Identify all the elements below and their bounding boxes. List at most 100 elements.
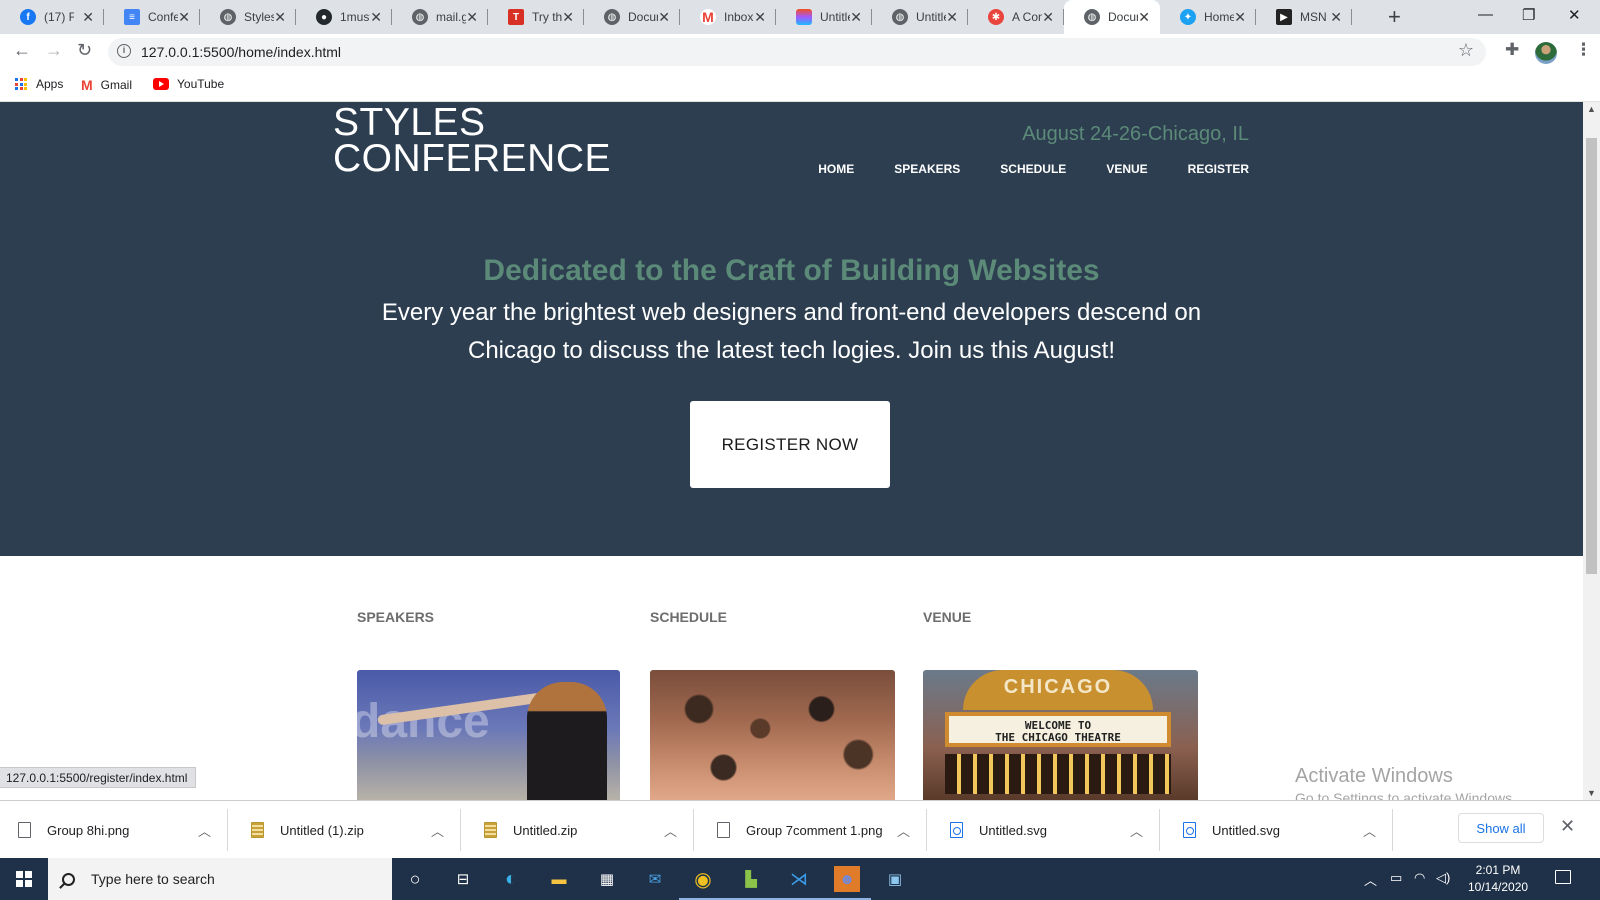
download-item[interactable]: Group 8hi.png ︿: [0, 809, 228, 851]
cortana-icon[interactable]: ○: [402, 866, 428, 892]
tab-github[interactable]: ● 1mustafa ✕: [296, 0, 392, 34]
extensions-icon[interactable]: ✚: [1505, 40, 1519, 60]
photos-icon[interactable]: ▣: [882, 866, 908, 892]
close-tab-icon[interactable]: ✕: [1234, 9, 1246, 26]
task-view-icon[interactable]: ⊟: [450, 866, 476, 892]
volume-icon[interactable]: ◁): [1436, 870, 1450, 886]
system-clock[interactable]: 2:01 PM 10/14/2020: [1468, 862, 1528, 896]
wifi-icon[interactable]: ◠: [1414, 870, 1425, 886]
bookmark-youtube[interactable]: YouTube: [153, 77, 224, 91]
register-now-button[interactable]: REGISTER NOW: [690, 401, 890, 488]
teaser-heading-venue[interactable]: VENUE: [923, 609, 971, 625]
bookmark-apps[interactable]: Apps: [15, 77, 63, 91]
tab-conference[interactable]: ≡ Conference ✕: [104, 0, 200, 34]
close-tab-icon[interactable]: ✕: [178, 9, 190, 26]
store-icon[interactable]: ▦: [594, 866, 620, 892]
chevron-up-icon[interactable]: ︿: [1130, 821, 1143, 840]
vscode-icon[interactable]: ⋊: [775, 866, 823, 900]
bookmark-star-icon[interactable]: ☆: [1458, 40, 1474, 61]
download-item[interactable]: Group 7comment 1.png ︿: [699, 809, 927, 851]
download-item[interactable]: Untitled.svg ︿: [932, 809, 1160, 851]
mail-icon[interactable]: ✉: [642, 866, 668, 892]
tab-title: Home: [1204, 10, 1234, 24]
speakers-image[interactable]: dance: [357, 670, 620, 800]
site-logo[interactable]: STYLES CONFERENCE: [333, 103, 611, 178]
notification-center-icon[interactable]: [1555, 870, 1571, 884]
chevron-up-icon[interactable]: ︿: [1363, 821, 1376, 840]
battery-icon[interactable]: ▭: [1390, 870, 1402, 886]
gmail-icon: M: [81, 77, 93, 93]
close-tab-icon[interactable]: ✕: [82, 9, 94, 26]
tab-a-con[interactable]: ✱ A Con ✕: [968, 0, 1064, 34]
tab-try[interactable]: T Try the ✕: [488, 0, 584, 34]
menu-icon[interactable]: ⋮: [1575, 40, 1592, 60]
close-tab-icon[interactable]: ✕: [658, 9, 670, 26]
tab-twitter[interactable]: ✦ Home ✕: [1160, 0, 1256, 34]
chrome-icon[interactable]: ◉: [679, 866, 727, 900]
theatre-sign: CHICAGO: [1003, 676, 1113, 698]
schedule-image[interactable]: [650, 670, 895, 800]
minimize-icon[interactable]: —: [1478, 6, 1493, 23]
chevron-up-icon[interactable]: ︿: [431, 821, 444, 840]
url-text[interactable]: 127.0.0.1:5500/home/index.html: [141, 44, 341, 60]
reload-icon[interactable]: ↻: [77, 40, 92, 61]
chevron-up-icon[interactable]: ︿: [897, 821, 910, 840]
nav-home[interactable]: HOME: [818, 162, 854, 176]
nav-schedule[interactable]: SCHEDULE: [1000, 162, 1066, 176]
close-tab-icon[interactable]: ✕: [1042, 9, 1054, 26]
edge-icon[interactable]: ◐: [498, 866, 524, 892]
restore-icon[interactable]: ❐: [1522, 6, 1535, 24]
new-tab-icon[interactable]: +: [1388, 4, 1401, 30]
tab-document[interactable]: ◍ Document ✕: [584, 0, 680, 34]
nav-register[interactable]: REGISTER: [1188, 162, 1249, 176]
discord-icon[interactable]: ☻: [823, 866, 871, 900]
download-item[interactable]: Untitled (1).zip ︿: [233, 809, 461, 851]
tab-facebook[interactable]: f (17) Facebook ✕: [0, 0, 104, 34]
tab-styles[interactable]: ◍ Styles ✕: [200, 0, 296, 34]
close-tab-icon[interactable]: ✕: [562, 9, 574, 26]
page-viewport: STYLES CONFERENCE August 24-26-Chicago, …: [0, 102, 1583, 800]
chevron-up-icon[interactable]: ︿: [664, 821, 677, 840]
profile-avatar[interactable]: [1535, 42, 1557, 64]
download-item[interactable]: Untitled.svg ︿: [1165, 809, 1393, 851]
close-download-shelf-icon[interactable]: ✕: [1560, 816, 1575, 837]
tab-figma[interactable]: Untitled ✕: [776, 0, 872, 34]
close-window-icon[interactable]: ✕: [1568, 6, 1581, 24]
show-hidden-icons[interactable]: ︿: [1364, 870, 1377, 889]
close-tab-icon[interactable]: ✕: [466, 9, 478, 26]
tab-mail[interactable]: ◍ mail.google ✕: [392, 0, 488, 34]
close-tab-icon[interactable]: ✕: [1330, 9, 1342, 26]
close-tab-icon[interactable]: ✕: [754, 9, 766, 26]
app-icon[interactable]: ▙: [727, 866, 775, 900]
show-all-downloads-button[interactable]: Show all: [1458, 813, 1544, 843]
venue-image[interactable]: CHICAGO WELCOME TO THE CHICAGO THEATRE: [923, 670, 1198, 800]
tab-untitled[interactable]: ◍ Untitled ✕: [872, 0, 968, 34]
chevron-up-icon[interactable]: ︿: [198, 821, 211, 840]
scroll-up-icon[interactable]: ▲: [1587, 104, 1596, 114]
teaser-heading-schedule[interactable]: SCHEDULE: [650, 609, 727, 625]
forward-icon[interactable]: →: [45, 40, 63, 61]
close-tab-icon[interactable]: ✕: [850, 9, 862, 26]
tab-document-active[interactable]: ◍ Document ✕: [1064, 0, 1160, 34]
file-explorer-icon[interactable]: ▬: [546, 866, 572, 892]
scroll-down-icon[interactable]: ▼: [1587, 788, 1596, 798]
site-info-icon[interactable]: i: [117, 44, 131, 58]
page-scrollbar[interactable]: ▲ ▼: [1583, 102, 1600, 800]
bookmark-gmail[interactable]: M Gmail: [81, 77, 132, 93]
windows-start-icon[interactable]: [16, 871, 32, 887]
close-tab-icon[interactable]: ✕: [274, 9, 286, 26]
nav-venue[interactable]: VENUE: [1106, 162, 1147, 176]
taskbar-search[interactable]: Type here to search: [48, 858, 392, 900]
tab-inbox[interactable]: M Inbox ✕: [680, 0, 776, 34]
scrollbar-thumb[interactable]: [1586, 138, 1597, 574]
close-tab-icon[interactable]: ✕: [370, 9, 382, 26]
close-tab-icon[interactable]: ✕: [1138, 9, 1150, 26]
back-icon[interactable]: ←: [13, 40, 31, 61]
download-item[interactable]: Untitled.zip ︿: [466, 809, 694, 851]
teaser-heading-speakers[interactable]: SPEAKERS: [357, 609, 434, 625]
clock-date: 10/14/2020: [1468, 880, 1529, 894]
tab-msn[interactable]: ▶ MSN ✕: [1256, 0, 1352, 34]
address-bar[interactable]: i 127.0.0.1:5500/home/index.html ☆: [108, 38, 1486, 66]
nav-speakers[interactable]: SPEAKERS: [894, 162, 960, 176]
close-tab-icon[interactable]: ✕: [946, 9, 958, 26]
